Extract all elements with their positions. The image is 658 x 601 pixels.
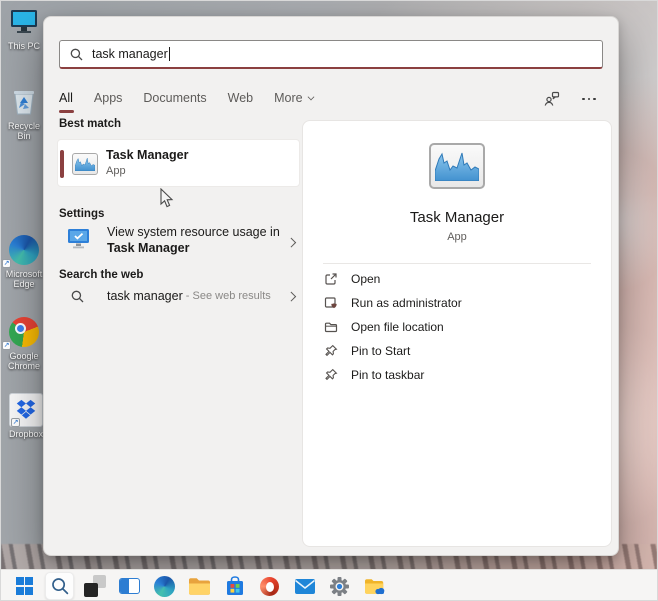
taskbar-store-button[interactable] <box>220 572 249 600</box>
preview-subtitle: App <box>303 231 611 243</box>
tab-documents[interactable]: Documents <box>141 89 208 113</box>
open-external-icon <box>324 272 338 286</box>
tab-apps[interactable]: Apps <box>92 89 125 113</box>
user-feedback-icon[interactable] <box>543 91 560 107</box>
search-icon <box>70 48 83 61</box>
section-header-best-match: Best match <box>59 118 121 130</box>
shortcut-arrow-icon: ↗ <box>2 341 11 350</box>
desktop-icon-label: Recycle Bin <box>1 121 47 141</box>
section-header-settings: Settings <box>59 208 104 220</box>
taskbar-start-button[interactable] <box>10 572 39 600</box>
web-result-suffix: See web results <box>193 290 271 302</box>
search-input[interactable]: task manager <box>59 40 603 69</box>
tab-more[interactable]: More <box>272 89 315 113</box>
run-admin-icon <box>324 296 338 310</box>
chrome-icon: ↗ <box>1 315 47 349</box>
taskbar-settings-button[interactable] <box>325 572 354 600</box>
task-manager-icon <box>72 153 98 175</box>
taskbar-edge-button[interactable] <box>150 572 179 600</box>
action-open[interactable]: Open <box>303 267 611 291</box>
action-run-as-administrator[interactable]: Run as administrator <box>303 291 611 315</box>
desktop-icon-chrome[interactable]: ↗ GoogleChrome <box>1 315 47 371</box>
taskbar-task-view-button[interactable] <box>80 572 109 600</box>
pin-icon <box>324 344 338 358</box>
taskbar-search-button[interactable] <box>45 572 74 600</box>
chevron-right-icon <box>286 238 295 247</box>
edge-icon: ↗ <box>1 233 47 267</box>
tab-web[interactable]: Web <box>226 89 255 113</box>
settings-result[interactable]: View system resource usage in Task Manag… <box>57 224 300 264</box>
action-pin-to-taskbar[interactable]: Pin to taskbar <box>303 363 611 387</box>
best-match-subtitle: App <box>106 165 126 177</box>
shortcut-arrow-icon: ↗ <box>11 418 20 427</box>
shortcut-arrow-icon: ↗ <box>2 259 11 268</box>
desktop-icon-label: MicrosoftEdge <box>1 269 47 289</box>
desktop-icon-label: GoogleChrome <box>1 351 47 371</box>
preview-title: Task Manager <box>303 209 611 226</box>
task-manager-icon-large <box>429 143 485 189</box>
taskbar-office-button[interactable] <box>255 572 284 600</box>
file-explorer-icon <box>188 577 211 596</box>
search-query-text: task manager <box>92 47 168 61</box>
search-icon <box>71 290 84 303</box>
selection-accent-bar <box>60 150 64 178</box>
mail-icon <box>294 578 316 595</box>
more-options-icon[interactable] <box>582 98 596 101</box>
tab-all[interactable]: All <box>57 89 75 113</box>
monitor-check-icon <box>67 228 90 250</box>
divider <box>323 263 591 264</box>
recycle-bin-icon <box>1 85 47 119</box>
web-search-result[interactable]: task manager - See web results <box>57 283 300 309</box>
office-icon <box>260 577 279 596</box>
folder-icon <box>324 320 338 334</box>
mouse-cursor <box>160 188 175 209</box>
store-icon <box>225 576 245 596</box>
taskbar-onedrive-folder-button[interactable] <box>360 572 389 600</box>
web-result-separator: - <box>183 290 193 302</box>
task-view-icon <box>84 575 106 597</box>
this-pc-icon <box>1 5 47 39</box>
preview-actions: Open Run as administrator Open file loca… <box>303 267 611 387</box>
desktop-icon-edge[interactable]: ↗ MicrosoftEdge <box>1 233 47 289</box>
widgets-icon <box>119 578 140 594</box>
best-match-result[interactable]: Task Manager App <box>57 139 300 187</box>
web-result-query: task manager <box>107 289 183 303</box>
desktop-icon-label: This PC <box>1 41 47 51</box>
chevron-down-icon <box>307 94 314 101</box>
windows-logo-icon <box>16 577 34 595</box>
pin-icon <box>324 368 338 382</box>
onedrive-folder-icon <box>363 577 386 596</box>
preview-pane: Task Manager App Open R <box>302 120 612 547</box>
text-caret <box>169 47 170 61</box>
best-match-title: Task Manager <box>106 148 188 162</box>
action-open-file-location[interactable]: Open file location <box>303 315 611 339</box>
section-header-web: Search the web <box>59 269 143 281</box>
search-icon <box>51 577 69 595</box>
search-filter-tabs: All Apps Documents Web More <box>57 89 316 113</box>
settings-result-text: View system resource usage in Task Manag… <box>107 224 280 256</box>
gear-icon <box>329 576 350 597</box>
desktop-icon-recycle-bin[interactable]: Recycle Bin <box>1 85 47 141</box>
taskbar-widgets-button[interactable] <box>115 572 144 600</box>
edge-icon <box>154 576 175 597</box>
search-flyout: task manager All Apps Documents Web More… <box>43 16 619 556</box>
chevron-right-icon <box>286 292 295 301</box>
action-pin-to-start[interactable]: Pin to Start <box>303 339 611 363</box>
taskbar-mail-button[interactable] <box>290 572 319 600</box>
taskbar-file-explorer-button[interactable] <box>185 572 214 600</box>
desktop-icon-this-pc[interactable]: This PC <box>1 5 47 51</box>
taskbar <box>1 569 657 601</box>
desktop-screen: This PC Recycle Bin ↗ MicrosoftEdge ↗ <box>0 0 658 601</box>
